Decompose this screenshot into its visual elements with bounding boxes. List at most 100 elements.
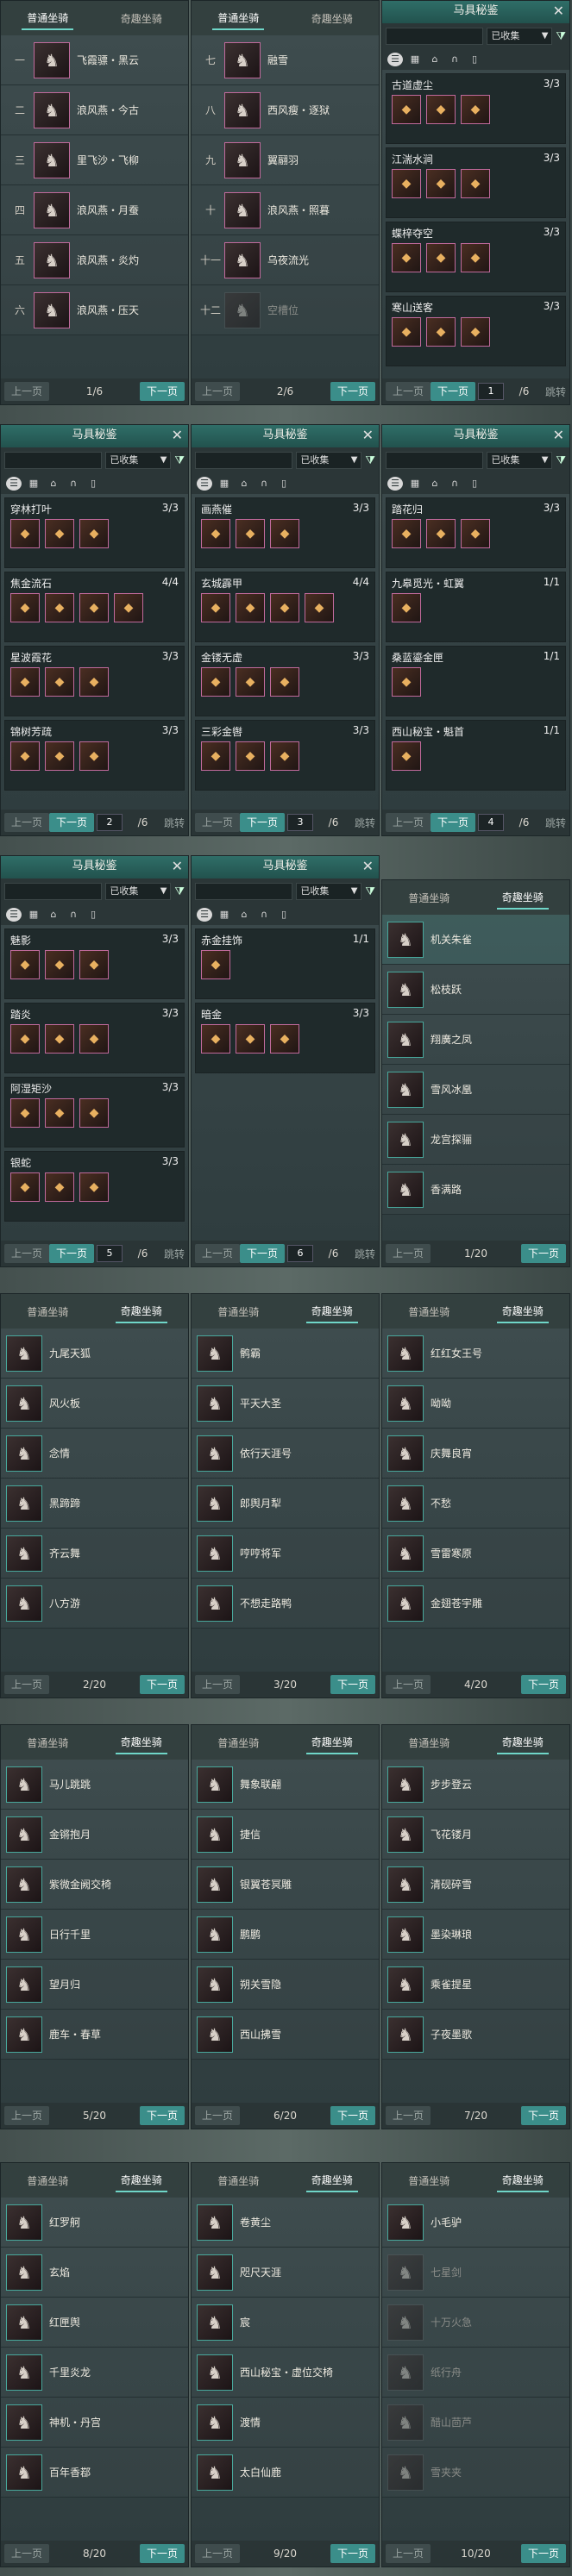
jump-button[interactable]: 跳转 bbox=[355, 1247, 375, 1261]
close-icon[interactable]: ✕ bbox=[172, 425, 183, 446]
jump-button[interactable]: 跳转 bbox=[545, 816, 566, 830]
gear-item-icon[interactable]: ◆ bbox=[236, 593, 265, 622]
list-icon[interactable]: ☰ bbox=[197, 477, 212, 491]
tab-fun-mount[interactable]: 奇趣坐骑 bbox=[305, 1300, 358, 1323]
bridle-icon[interactable]: ∩ bbox=[256, 477, 272, 491]
mount-row[interactable]: ♞ 乘雀提星 bbox=[382, 1960, 569, 2010]
mount-row[interactable]: ♞ 雪夹夹 bbox=[382, 2448, 569, 2498]
tab-normal-mount[interactable]: 普通坐骑 bbox=[212, 1301, 264, 1322]
mount-row[interactable]: ♞ 西山拂雪 bbox=[192, 2010, 379, 2060]
gear-item-icon[interactable]: ◆ bbox=[426, 95, 456, 124]
mount-row[interactable]: ♞ 纸行舟 bbox=[382, 2348, 569, 2398]
prev-page-button[interactable]: 上一页 bbox=[386, 1244, 431, 1263]
gear-item-icon[interactable]: ◆ bbox=[45, 950, 74, 979]
collect-filter-select[interactable]: 已收集 ▼ bbox=[296, 452, 362, 469]
mount-row[interactable]: ♞ 念情 bbox=[1, 1429, 188, 1479]
tab-fun-mount[interactable]: 奇趣坐骑 bbox=[496, 886, 549, 910]
mount-row[interactable]: ♞ 朔关雪隐 bbox=[192, 1960, 379, 2010]
gear-item-icon[interactable]: ◆ bbox=[201, 741, 230, 771]
gear-item-icon[interactable]: ◆ bbox=[201, 667, 230, 697]
next-page-button[interactable]: 下一页 bbox=[49, 1244, 95, 1263]
close-icon[interactable]: ✕ bbox=[362, 425, 374, 446]
collect-filter-select[interactable]: 已收集 ▼ bbox=[296, 883, 362, 900]
list-icon[interactable]: ☰ bbox=[6, 908, 22, 922]
mount-row[interactable]: ♞ 红匣舆 bbox=[1, 2298, 188, 2348]
gear-item-icon[interactable]: ◆ bbox=[79, 519, 109, 548]
gear-item-icon[interactable]: ◆ bbox=[10, 1172, 40, 1202]
mount-row[interactable]: ♞ 百年香鄀 bbox=[1, 2448, 188, 2498]
gear-item-icon[interactable]: ◆ bbox=[392, 519, 421, 548]
page-input[interactable]: 2 bbox=[97, 814, 123, 831]
tab-normal-mount[interactable]: 普通坐骑 bbox=[403, 1732, 455, 1754]
grid-icon[interactable]: ▦ bbox=[26, 477, 41, 491]
cloth-icon[interactable]: ▯ bbox=[276, 908, 292, 922]
gear-item-icon[interactable]: ◆ bbox=[10, 1024, 40, 1054]
gear-item-icon[interactable]: ◆ bbox=[392, 243, 421, 272]
prev-page-button[interactable]: 上一页 bbox=[4, 2544, 50, 2563]
list-icon[interactable]: ☰ bbox=[6, 477, 22, 491]
next-page-button[interactable]: 下一页 bbox=[49, 813, 95, 832]
mount-row[interactable]: ♞ 小毛驴 bbox=[382, 2198, 569, 2248]
mount-row[interactable]: ♞ 墨染琳琅 bbox=[382, 1910, 569, 1960]
gear-item-icon[interactable]: ◆ bbox=[79, 1098, 109, 1128]
mount-row[interactable]: ♞ 庆舞良宵 bbox=[382, 1429, 569, 1479]
tab-normal-mount[interactable]: 普通坐骑 bbox=[403, 1301, 455, 1322]
next-page-button[interactable]: 下一页 bbox=[520, 1675, 566, 1694]
gear-item-icon[interactable]: ◆ bbox=[10, 667, 40, 697]
prev-page-button[interactable]: 上一页 bbox=[195, 813, 241, 832]
next-page-button[interactable]: 下一页 bbox=[520, 1244, 566, 1263]
mount-row[interactable]: ♞ 西山秘宝・虚位交椅 bbox=[192, 2348, 379, 2398]
mount-row[interactable]: ♞ 依行天涯号 bbox=[192, 1429, 379, 1479]
gear-item-icon[interactable]: ◆ bbox=[461, 169, 490, 198]
gear-item-icon[interactable]: ◆ bbox=[426, 169, 456, 198]
mount-row[interactable]: ♞ 平天大圣 bbox=[192, 1379, 379, 1429]
tab-fun-mount[interactable]: 奇趣坐骑 bbox=[496, 1300, 549, 1323]
mount-row[interactable]: ♞ 龙宫探骊 bbox=[382, 1115, 569, 1165]
next-page-button[interactable]: 下一页 bbox=[431, 813, 476, 832]
filter-icon[interactable]: ⧩ bbox=[556, 454, 566, 467]
tab-normal-mount[interactable]: 普通坐骑 bbox=[212, 1732, 264, 1754]
prev-page-button[interactable]: 上一页 bbox=[4, 382, 50, 401]
gear-item-icon[interactable]: ◆ bbox=[461, 317, 490, 347]
gear-item-icon[interactable]: ◆ bbox=[305, 593, 334, 622]
gear-item-icon[interactable]: ◆ bbox=[114, 593, 143, 622]
grid-icon[interactable]: ▦ bbox=[217, 908, 232, 922]
prev-page-button[interactable]: 上一页 bbox=[386, 1675, 431, 1694]
prev-page-button[interactable]: 上一页 bbox=[195, 1675, 241, 1694]
prev-page-button[interactable]: 上一页 bbox=[4, 2106, 50, 2125]
gear-item-icon[interactable]: ◆ bbox=[426, 519, 456, 548]
jump-button[interactable]: 跳转 bbox=[164, 1247, 185, 1261]
gear-item-icon[interactable]: ◆ bbox=[270, 667, 299, 697]
mount-row[interactable]: 九 ♞ 翼翮羽 bbox=[192, 135, 379, 185]
prev-page-button[interactable]: 上一页 bbox=[195, 382, 241, 401]
mount-row[interactable]: ♞ 清砚碎雪 bbox=[382, 1860, 569, 1910]
gear-item-icon[interactable]: ◆ bbox=[10, 593, 40, 622]
saddle-icon[interactable]: ⌂ bbox=[427, 53, 443, 66]
gear-item-icon[interactable]: ◆ bbox=[45, 741, 74, 771]
jump-button[interactable]: 跳转 bbox=[355, 816, 375, 830]
gear-item-icon[interactable]: ◆ bbox=[461, 243, 490, 272]
prev-page-button[interactable]: 上一页 bbox=[4, 1244, 50, 1263]
gear-item-icon[interactable]: ◆ bbox=[79, 950, 109, 979]
gear-item-icon[interactable]: ◆ bbox=[45, 593, 74, 622]
saddle-icon[interactable]: ⌂ bbox=[46, 477, 61, 491]
mount-row[interactable]: ♞ 马儿跳跳 bbox=[1, 1760, 188, 1810]
gear-item-icon[interactable]: ◆ bbox=[236, 519, 265, 548]
bridle-icon[interactable]: ∩ bbox=[66, 908, 81, 922]
mount-row[interactable]: ♞ 黑蹄蹄 bbox=[1, 1479, 188, 1529]
tab-normal-mount[interactable]: 普通坐骑 bbox=[403, 2170, 455, 2191]
saddle-icon[interactable]: ⌂ bbox=[236, 477, 252, 491]
gear-item-icon[interactable]: ◆ bbox=[79, 667, 109, 697]
mount-row[interactable]: ♞ 太白仙鹿 bbox=[192, 2448, 379, 2498]
search-input[interactable] bbox=[4, 883, 103, 900]
cloth-icon[interactable]: ▯ bbox=[467, 477, 482, 491]
jump-button[interactable]: 跳转 bbox=[545, 385, 566, 399]
gear-item-icon[interactable]: ◆ bbox=[236, 1024, 265, 1054]
collect-filter-select[interactable]: 已收集 ▼ bbox=[487, 28, 553, 45]
tab-fun-mount[interactable]: 奇趣坐骑 bbox=[116, 8, 167, 29]
grid-icon[interactable]: ▦ bbox=[407, 477, 423, 491]
mount-row[interactable]: 十 ♞ 浪风燕・照暮 bbox=[192, 185, 379, 235]
next-page-button[interactable]: 下一页 bbox=[240, 813, 286, 832]
mount-row[interactable]: ♞ 七星剑 bbox=[382, 2248, 569, 2298]
prev-page-button[interactable]: 上一页 bbox=[386, 382, 431, 401]
